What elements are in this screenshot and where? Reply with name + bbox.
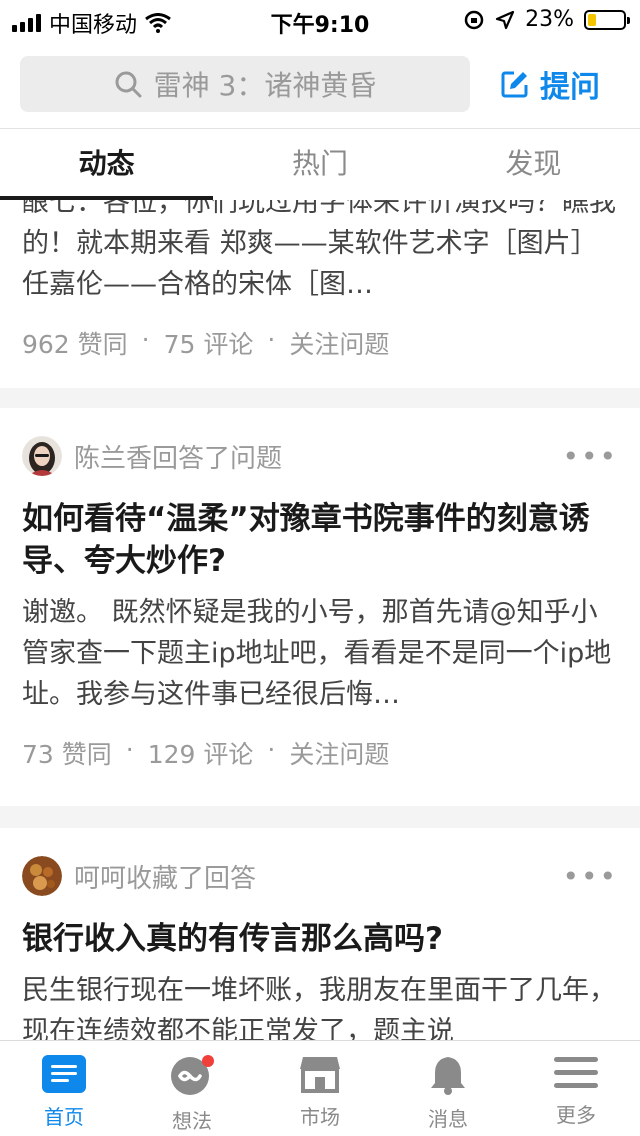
nav-label: 消息 <box>428 1107 468 1131</box>
follow-question-link[interactable]: 关注问题 <box>289 735 389 771</box>
search-header: 雷神 3：诸神黄昏 提问 <box>0 40 640 128</box>
menu-icon <box>554 1057 598 1088</box>
more-options-icon[interactable]: ••• <box>562 440 618 473</box>
feed-card[interactable]: 酿七：各位，你们玩过用字体来评价演技吗？瞧我的！就本期来看 郑爽——某软件艺术字… <box>0 200 640 388</box>
card-excerpt[interactable]: 酿七：各位，你们玩过用字体来评价演技吗？瞧我的！就本期来看 郑爽——某软件艺术字… <box>22 200 618 305</box>
tab-following[interactable]: 动态 <box>0 129 213 200</box>
bell-icon <box>431 1057 465 1095</box>
nav-label: 市场 <box>300 1105 340 1129</box>
card-meta: 73 赞同 · 129 评论 · 关注问题 <box>22 735 618 771</box>
feed-list[interactable]: 酿七：各位，你们玩过用字体来评价演技吗？瞧我的！就本期来看 郑爽——某软件艺术字… <box>0 200 640 1040</box>
nav-more[interactable]: 更多 <box>512 1041 640 1136</box>
meta-separator: · <box>267 735 276 764</box>
tab-hot[interactable]: 热门 <box>213 129 426 200</box>
meta-separator: · <box>125 735 134 764</box>
nav-messages[interactable]: 消息 <box>384 1041 512 1136</box>
search-placeholder: 雷神 3：诸神黄昏 <box>153 69 377 102</box>
bottom-nav: 首页 想法 市场 消息 更多 <box>0 1040 640 1136</box>
vote-count: 73 赞同 <box>22 740 112 769</box>
nav-market[interactable]: 市场 <box>256 1041 384 1136</box>
nav-label: 首页 <box>44 1105 84 1129</box>
battery-percent: 23% <box>525 7 574 32</box>
card-excerpt[interactable]: 民生银行现在一堆坏账，我朋友在里面干了几年，现在连绩效都不能正常发了，题主说 <box>22 970 618 1040</box>
status-bar: 中国移动 下午9:10 23% <box>0 0 640 40</box>
tab-discover[interactable]: 发现 <box>427 129 640 200</box>
battery-level <box>588 13 596 26</box>
home-icon <box>42 1055 86 1093</box>
comment-count[interactable]: 75 评论 <box>164 325 254 361</box>
nav-label: 想法 <box>172 1109 212 1133</box>
notification-badge <box>202 1055 214 1067</box>
card-meta: 962 赞同 · 75 评论 · 关注问题 <box>22 325 618 361</box>
ideas-icon <box>171 1055 214 1095</box>
battery-icon <box>584 9 630 30</box>
status-right: 23% <box>463 7 630 32</box>
feed-card[interactable]: 呵呵收藏了回答 ••• 银行收入真的有传言那么高吗? 民生银行现在一堆坏账，我朋… <box>0 828 640 1040</box>
meta-separator: · <box>141 325 150 354</box>
card-actor-row: 呵呵收藏了回答 ••• <box>22 846 618 906</box>
question-title[interactable]: 如何看待“温柔”对豫章书院事件的刻意诱导、夸大炒作? <box>22 498 618 582</box>
card-actor-row: 陈兰香回答了问题 ••• <box>22 426 618 486</box>
nav-label: 更多 <box>556 1103 596 1127</box>
search-icon <box>115 71 142 98</box>
ask-button[interactable]: 提问 <box>500 62 600 106</box>
question-title[interactable]: 银行收入真的有传言那么高吗? <box>22 918 618 960</box>
edit-icon <box>501 71 528 98</box>
search-input[interactable]: 雷神 3：诸神黄昏 <box>20 56 470 112</box>
card-excerpt[interactable]: 谢邀。 既然怀疑是我的小号，那首先请@知乎小管家查一下题主ip地址吧，看看是不是… <box>22 592 618 715</box>
actor-action[interactable]: 陈兰香回答了问题 <box>74 438 550 475</box>
ask-label: 提问 <box>540 70 600 105</box>
meta-separator: · <box>267 325 276 354</box>
avatar[interactable] <box>22 436 62 476</box>
feed-tabs: 动态 热门 发现 <box>0 128 640 200</box>
location-icon <box>495 10 515 29</box>
nav-ideas[interactable]: 想法 <box>128 1041 256 1136</box>
comment-count[interactable]: 129 评论 <box>148 735 254 771</box>
follow-question-link[interactable]: 关注问题 <box>289 325 389 361</box>
nav-home[interactable]: 首页 <box>0 1041 128 1136</box>
feed-card[interactable]: 陈兰香回答了问题 ••• 如何看待“温柔”对豫章书院事件的刻意诱导、夸大炒作? … <box>0 408 640 806</box>
actor-action[interactable]: 呵呵收藏了回答 <box>74 858 550 895</box>
vote-count: 962 赞同 <box>22 330 128 359</box>
avatar[interactable] <box>22 856 62 896</box>
more-options-icon[interactable]: ••• <box>562 860 618 893</box>
market-icon <box>300 1057 340 1093</box>
orientation-lock-icon <box>464 10 484 29</box>
